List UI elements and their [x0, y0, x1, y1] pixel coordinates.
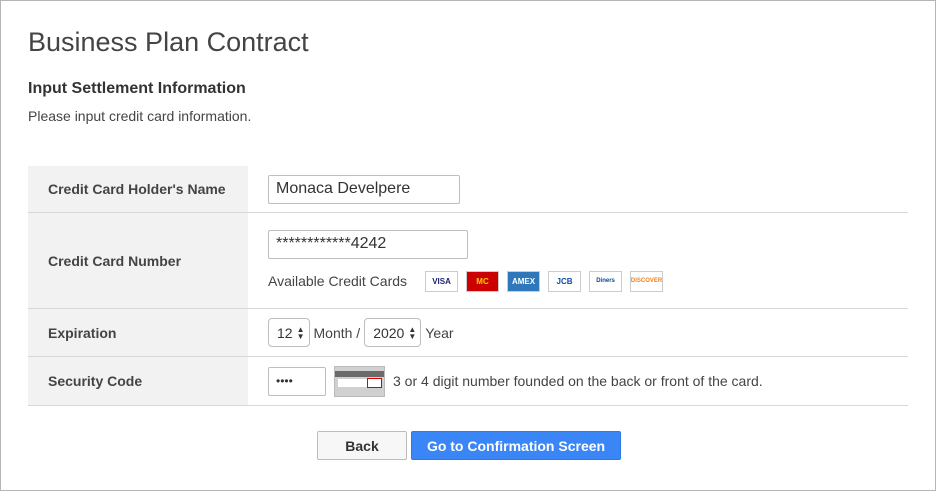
holder-name-row: Credit Card Holder's Name	[28, 166, 908, 213]
page-frame: Business Plan Contract Input Settlement …	[0, 0, 936, 491]
card-icons-list: VISA MC AMEX JCB Diners DISCOVER	[425, 270, 671, 292]
expiration-month-value: 12	[277, 324, 293, 341]
page-title: Business Plan Contract	[28, 27, 309, 57]
expiration-year-value: 2020	[373, 324, 405, 341]
discover-card-icon: DISCOVER	[630, 270, 664, 292]
month-label: Month /	[313, 324, 361, 341]
available-cards: Available Credit Cards VISA MC AMEX JCB Dine…	[268, 270, 671, 292]
select-arrows-icon: ▲ ▼	[296, 324, 305, 341]
expiration-month-select[interactable]: 12 ▲ ▼	[268, 318, 310, 347]
security-code-input[interactable]	[268, 366, 326, 396]
holder-name-input[interactable]	[268, 174, 460, 204]
jcb-card-icon: JCB	[548, 270, 582, 292]
holder-name-label: Credit Card Holder's Name	[28, 166, 248, 212]
expiration-row: Expiration 12 ▲ ▼ Month / 2020 ▲ ▼ Year	[28, 309, 908, 357]
confirm-button[interactable]: Go to Confirmation Screen	[411, 431, 621, 460]
expiration-year-select[interactable]: 2020 ▲ ▼	[364, 318, 422, 347]
security-code-hint: 3 or 4 digit number founded on the back …	[393, 373, 763, 389]
available-cards-label: Available Credit Cards	[268, 273, 408, 289]
credit-card-form: Credit Card Holder's Name Credit Card Nu…	[28, 166, 908, 406]
card-number-row: Credit Card Number Available Credit Card…	[28, 213, 908, 309]
back-button[interactable]: Back	[317, 431, 407, 460]
visa-card-icon: VISA	[425, 270, 459, 292]
card-back-cvv-icon	[334, 365, 385, 397]
amex-card-icon: AMEX	[507, 270, 541, 292]
section-title: Input Settlement Information	[28, 80, 246, 97]
security-code-label: Security Code	[28, 357, 248, 405]
diners-club-card-icon: Diners	[589, 270, 623, 292]
select-arrows-icon: ▲ ▼	[408, 324, 417, 341]
expiration-label: Expiration	[28, 309, 248, 356]
year-label: Year	[425, 324, 454, 341]
section-description: Please input credit card information.	[28, 108, 252, 124]
card-number-label: Credit Card Number	[28, 213, 248, 308]
card-number-input[interactable]	[268, 229, 468, 259]
mastercard-card-icon: MC	[466, 270, 500, 292]
security-code-row: Security Code 3 or 4 digit number founde…	[28, 357, 908, 406]
